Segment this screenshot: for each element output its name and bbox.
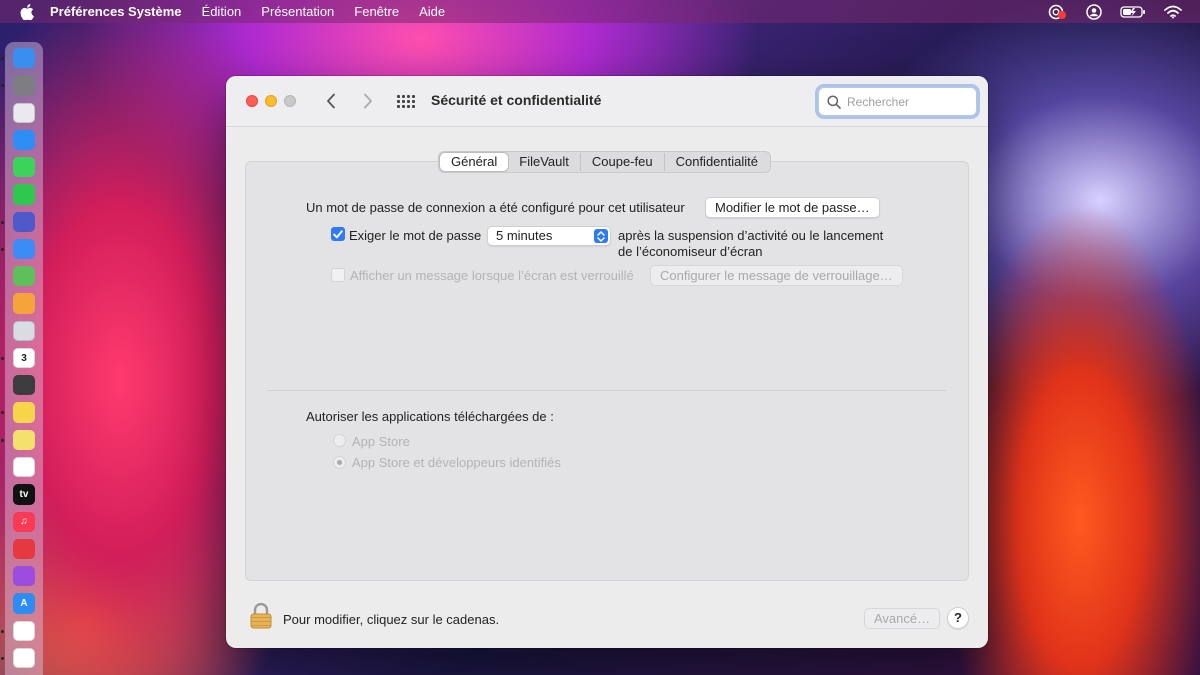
- menu-bar: Préférences Système Édition Présentation…: [0, 0, 1200, 23]
- require-password-suffix-line2: de l’économiseur d’écran: [618, 244, 763, 259]
- dock-app-launchpad[interactable]: [13, 102, 35, 123]
- dock-app-finder[interactable]: [1, 48, 35, 69]
- dock-app-preview[interactable]: [13, 320, 35, 341]
- running-indicator: [1, 411, 4, 415]
- delay-value: 5 minutes: [496, 228, 553, 243]
- running-indicator: [1, 247, 4, 251]
- running-indicator: [1, 220, 4, 224]
- dock-app-label: ♫: [20, 516, 28, 528]
- running-indicator: [1, 438, 4, 442]
- zoom-button[interactable]: [284, 95, 296, 107]
- dock-app-stickies[interactable]: [1, 429, 35, 450]
- menu-view[interactable]: Présentation: [261, 4, 334, 19]
- dock-app-monday[interactable]: [1, 647, 35, 669]
- running-indicator: [1, 656, 4, 660]
- tab-filevault[interactable]: FileVault: [508, 153, 581, 171]
- allow-apps-heading: Autoriser les applications téléchargées …: [306, 409, 554, 424]
- checkmark-icon: [333, 229, 343, 238]
- configure-lock-message-button[interactable]: Configurer le message de verrouillage…: [650, 265, 903, 286]
- dock-app-maps[interactable]: [13, 266, 35, 287]
- dock-app-teams[interactable]: [1, 211, 35, 232]
- status-icons: [1048, 0, 1182, 23]
- require-password-delay-select[interactable]: 5 minutes: [487, 226, 611, 246]
- content-panel: [245, 161, 969, 581]
- running-indicator: [1, 629, 4, 633]
- dock-app-chrome[interactable]: [1, 620, 35, 641]
- apple-menu-icon[interactable]: [18, 3, 36, 21]
- running-indicator: [1, 356, 4, 360]
- screen-recording-icon[interactable]: [1048, 4, 1068, 20]
- dock-app-reminders[interactable]: [13, 456, 35, 478]
- menu-window[interactable]: Fenêtre: [354, 4, 399, 19]
- section-divider: [267, 390, 946, 391]
- dock-app-creative-cloud[interactable]: [13, 538, 35, 560]
- search-icon: [827, 94, 841, 109]
- menu-help[interactable]: Aide: [419, 4, 445, 19]
- battery-icon[interactable]: [1120, 5, 1146, 19]
- change-password-button[interactable]: Modifier le mot de passe…: [705, 197, 880, 218]
- tab-firewall[interactable]: Coupe-feu: [581, 153, 665, 171]
- title-bar: Sécurité et confidentialité: [226, 76, 988, 127]
- dock-app-safari[interactable]: [13, 129, 35, 151]
- menu-system-preferences[interactable]: Préférences Système: [50, 4, 182, 19]
- radio-app-store-identified-label: App Store et développeurs identifiés: [352, 455, 561, 470]
- dock: 3 tv ♫ A: [1, 42, 43, 675]
- require-password-checkbox[interactable]: [331, 227, 345, 241]
- lock-icon[interactable]: [250, 602, 272, 629]
- dock-app-photos[interactable]: [13, 293, 35, 314]
- dock-app-label: tv: [19, 488, 29, 500]
- window-title: Sécurité et confidentialité: [431, 92, 602, 108]
- tab-general[interactable]: Général: [440, 153, 509, 171]
- dock-app-mail[interactable]: [1, 238, 35, 260]
- require-password-suffix-line1: après la suspension d’activité ou le lan…: [618, 228, 884, 243]
- dock-app-music[interactable]: ♫: [13, 511, 35, 532]
- radio-app-store-label: App Store: [352, 434, 410, 449]
- tab-privacy[interactable]: Confidentialité: [665, 153, 769, 171]
- radio-app-store-identified[interactable]: [333, 456, 346, 469]
- running-indicator: [1, 57, 4, 60]
- dock-app-facetime[interactable]: [13, 184, 35, 205]
- show-lock-message-checkbox[interactable]: [331, 268, 345, 282]
- dock-app-notes[interactable]: [1, 402, 35, 423]
- close-button[interactable]: [246, 95, 258, 107]
- dock-app-label: A: [20, 597, 28, 609]
- back-button[interactable]: [321, 91, 341, 111]
- advanced-button[interactable]: Avancé…: [864, 608, 941, 629]
- dock-app-messages[interactable]: [13, 157, 35, 178]
- dock-app-label: 3: [21, 352, 27, 364]
- radio-app-store[interactable]: [333, 434, 346, 447]
- chevron-left-icon: [327, 93, 335, 109]
- help-button[interactable]: ?: [947, 607, 969, 629]
- dock-app-calculator[interactable]: [13, 375, 35, 396]
- require-password-label: Exiger le mot de passe: [349, 228, 482, 243]
- search-field[interactable]: [818, 87, 977, 116]
- dock-app-podcasts[interactable]: [13, 566, 35, 587]
- running-indicator: [1, 84, 4, 88]
- dock-app-app-store[interactable]: A: [13, 593, 35, 614]
- show-lock-message-label: Afficher un message lorsque l’écran est …: [350, 268, 634, 283]
- password-configured-text: Un mot de passe de connexion a été confi…: [306, 200, 685, 215]
- chevron-right-icon: [364, 93, 372, 109]
- user-icon[interactable]: [1086, 3, 1102, 20]
- dock-app-calendar[interactable]: 3: [1, 347, 35, 369]
- lock-hint-text: Pour modifier, cliquez sur le cadenas.: [283, 612, 500, 627]
- wifi-icon[interactable]: [1164, 5, 1182, 19]
- search-input[interactable]: [847, 94, 967, 109]
- system-preferences-window: Sécurité et confidentialité Général File…: [226, 76, 988, 648]
- menu-edit[interactable]: Édition: [202, 4, 242, 19]
- forward-button[interactable]: [358, 91, 378, 111]
- tab-bar: Général FileVault Coupe-feu Confidential…: [438, 151, 771, 173]
- show-all-grid-icon[interactable]: [397, 93, 415, 109]
- minimize-button[interactable]: [265, 95, 277, 107]
- dock-app-system-preferences[interactable]: [1, 75, 35, 96]
- updown-chevron-icon: [594, 229, 608, 243]
- dock-app-apple-tv[interactable]: tv: [13, 484, 35, 505]
